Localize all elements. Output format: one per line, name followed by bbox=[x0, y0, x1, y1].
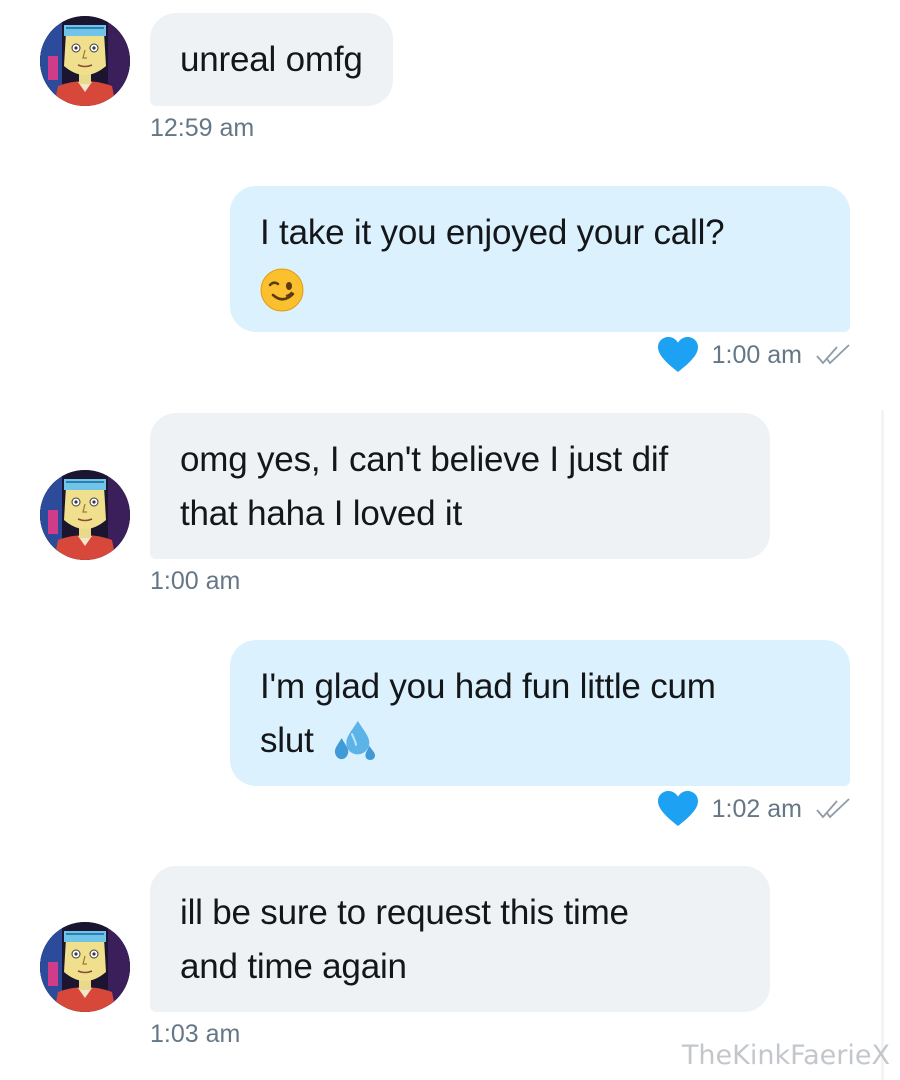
message-bubble-incoming[interactable]: ill be sure to request this time and tim… bbox=[150, 866, 770, 1012]
double-check-icon bbox=[816, 798, 850, 820]
message-text: ill be sure to request this time bbox=[180, 893, 629, 932]
message-timestamp: 1:02 am bbox=[711, 794, 802, 823]
message-text: I'm glad you had fun little cum bbox=[260, 667, 716, 706]
heart-icon[interactable] bbox=[658, 791, 698, 827]
watermark: TheKinkFaerieX bbox=[681, 1040, 890, 1071]
avatar-portrait-icon bbox=[40, 922, 130, 1012]
heart-icon[interactable] bbox=[658, 337, 698, 373]
message-text: slut bbox=[260, 721, 314, 760]
message-bubble-incoming[interactable]: omg yes, I can't believe I just dif that… bbox=[150, 413, 770, 559]
message-text: that haha I loved it bbox=[180, 494, 463, 533]
message-meta: 1:02 am bbox=[658, 789, 850, 829]
message-bubble-outgoing[interactable]: I'm glad you had fun little cum slut bbox=[230, 640, 850, 786]
message-timestamp: 1:03 am bbox=[150, 1020, 241, 1048]
message-bubble-outgoing[interactable]: I take it you enjoyed your call? bbox=[230, 186, 850, 332]
contact-avatar[interactable] bbox=[40, 922, 130, 1012]
message-text: omg yes, I can't believe I just dif bbox=[180, 440, 668, 479]
message-timestamp: 1:00 am bbox=[150, 567, 241, 595]
message-meta: 1:00 am bbox=[658, 335, 850, 375]
double-check-icon bbox=[816, 344, 850, 366]
message-timestamp: 12:59 am bbox=[150, 114, 255, 142]
contact-avatar[interactable] bbox=[40, 16, 130, 106]
winking-face-emoji-icon bbox=[260, 268, 304, 312]
contact-avatar[interactable] bbox=[40, 470, 130, 560]
message-text: and time again bbox=[180, 947, 407, 986]
message-bubble-incoming[interactable]: unreal omfg bbox=[150, 13, 393, 106]
message-timestamp: 1:00 am bbox=[711, 340, 802, 369]
avatar-portrait-icon bbox=[40, 16, 130, 106]
message-text: I take it you enjoyed your call? bbox=[260, 213, 725, 252]
sweat-droplets-emoji-icon bbox=[331, 719, 377, 761]
scroll-track bbox=[881, 410, 884, 1080]
avatar-portrait-icon bbox=[40, 470, 130, 560]
message-text: unreal omfg bbox=[180, 40, 363, 79]
